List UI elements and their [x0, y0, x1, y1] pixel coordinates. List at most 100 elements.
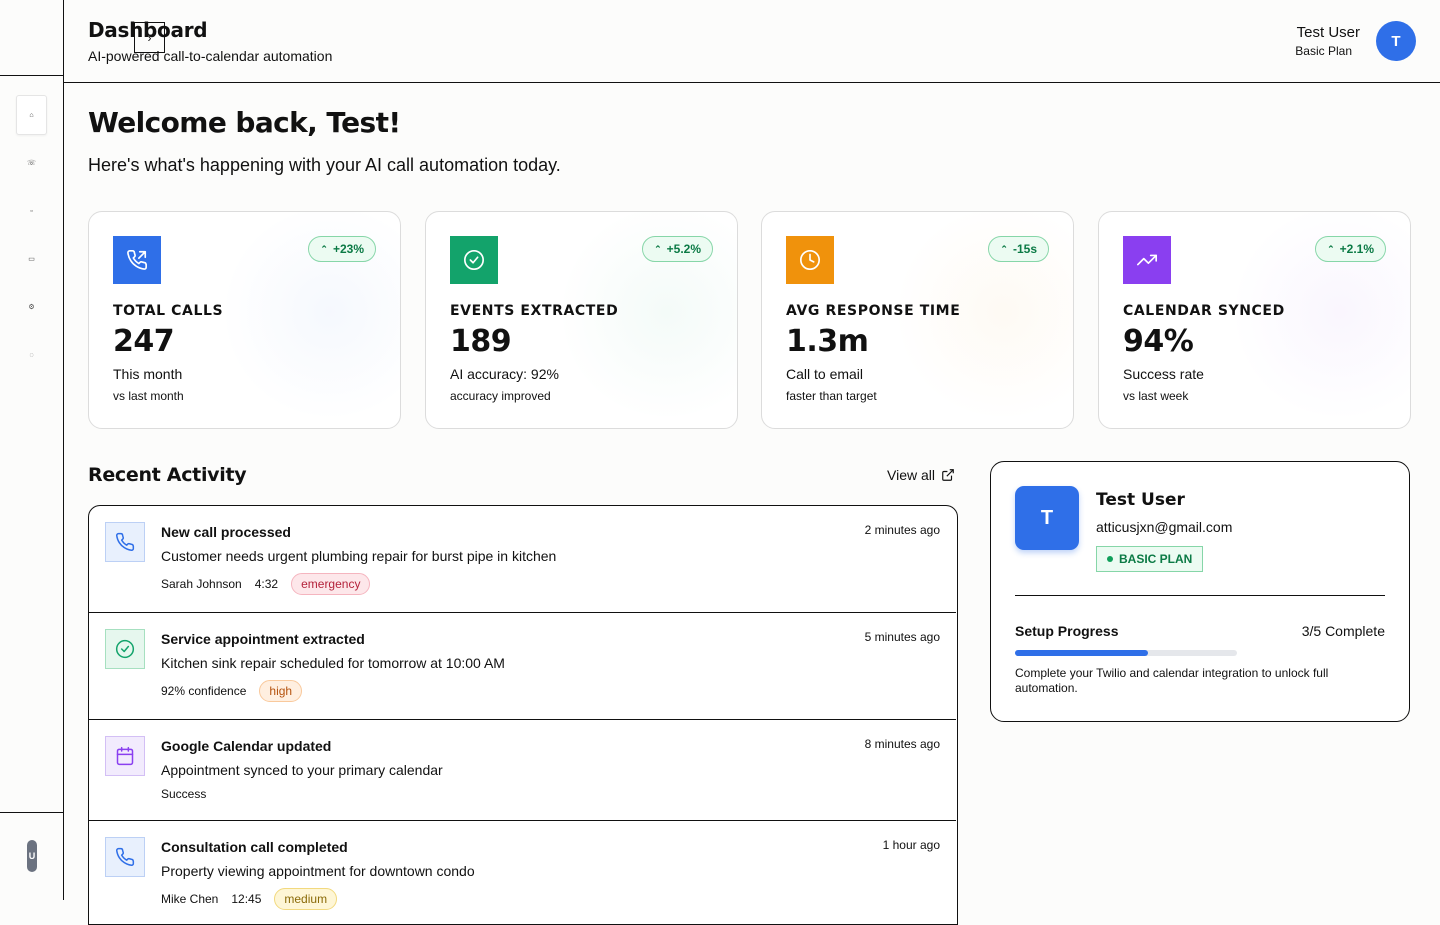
- chevron-up-icon: ⌃: [1327, 243, 1335, 254]
- stat-label: AVG RESPONSE TIME: [786, 303, 961, 319]
- stat-label: EVENTS EXTRACTED: [450, 303, 619, 319]
- sidebar-divider: [0, 75, 63, 76]
- chevron-up-icon: ⌃: [654, 243, 662, 254]
- profile-email: atticusjxn@gmail.com: [1096, 519, 1233, 535]
- stat-description: Call to email: [786, 366, 864, 382]
- stat-change-value: -15s: [1012, 242, 1037, 256]
- stat-value: 1.3m: [786, 324, 869, 359]
- chevron-right-icon: ›: [147, 30, 152, 45]
- stat-change-value: +2.1%: [1339, 242, 1374, 256]
- stat-value: 247: [113, 324, 175, 359]
- activity-meta: 12:45: [231, 892, 262, 906]
- activity-meta-row: Success: [161, 787, 206, 801]
- stat-change-badge: ⌃ +2.1%: [1315, 236, 1386, 262]
- activity-item[interactable]: New call processed 2 minutes ago Customer …: [89, 506, 956, 613]
- sidebar-item-home[interactable]: ⌂: [16, 95, 47, 135]
- phone-icon: [116, 532, 135, 551]
- activity-meta: Success: [161, 787, 207, 801]
- sidebar-divider: [0, 812, 63, 813]
- priority-tag: medium: [274, 888, 338, 910]
- trending-up-icon: [1137, 254, 1157, 266]
- activity-description: Appointment synced to your primary calen…: [161, 762, 443, 778]
- profile-avatar: T: [1015, 486, 1079, 550]
- phone-call-icon: [127, 250, 147, 270]
- activity-list: New call processed 2 minutes ago Customer …: [88, 505, 958, 925]
- welcome-subtitle: Here's what's happening with your AI cal…: [88, 155, 561, 175]
- sidebar-item-settings[interactable]: ⚙: [16, 287, 47, 327]
- activity-description: Customer needs urgent plumbing repair fo…: [161, 548, 557, 564]
- activity-title: New call processed: [161, 524, 291, 540]
- plan-badge: BASIC PLAN: [1096, 546, 1204, 572]
- check-circle-icon: [464, 250, 484, 270]
- activity-description: Property viewing appointment for downtow…: [161, 863, 475, 879]
- activity-time: 2 minutes ago: [864, 523, 940, 537]
- activity-icon-box: [105, 629, 145, 669]
- status-dot-icon: [1107, 556, 1113, 562]
- stat-change-badge: ⌃ +23%: [308, 236, 376, 262]
- setup-progress-label: Setup Progress: [1015, 623, 1119, 639]
- sidebar-user-avatar[interactable]: U: [27, 840, 37, 872]
- stat-description: AI accuracy: 92%: [450, 366, 559, 382]
- stat-icon-box: [450, 236, 498, 284]
- document-icon: ▫: [30, 207, 33, 215]
- activity-meta: Mike Chen: [161, 892, 219, 906]
- view-all-link[interactable]: View all: [887, 467, 955, 483]
- page-subtitle: AI-powered call-to-calendar automation: [88, 48, 333, 64]
- calendar-icon: ▭: [28, 256, 35, 263]
- activity-item[interactable]: Service appointment extracted 5 minutes a…: [89, 613, 956, 720]
- activity-icon-box: [105, 522, 145, 562]
- priority-tag: high: [259, 680, 303, 702]
- setup-progress-count: 3/5 Complete: [1301, 623, 1385, 639]
- stat-change-value: +23%: [332, 242, 364, 256]
- stat-icon-box: [1123, 236, 1171, 284]
- stat-change-value: +5.2%: [666, 242, 701, 256]
- activity-item[interactable]: Google Calendar updated 8 minutes ago Appo…: [89, 720, 956, 821]
- settings-icon: ⚙: [28, 304, 35, 311]
- priority-tag: emergency: [291, 573, 371, 595]
- activity-time: 8 minutes ago: [864, 737, 940, 751]
- activity-meta: Sarah Johnson: [161, 577, 242, 591]
- setup-progress-note: Complete your Twilio and calendar integr…: [1015, 666, 1329, 695]
- sidebar-item-phone[interactable]: ☏: [16, 143, 47, 183]
- activity-title: Service appointment extracted: [161, 631, 365, 647]
- check-circle-icon: [115, 639, 135, 659]
- clock-icon: [800, 250, 820, 270]
- recent-activity-title: Recent Activity: [88, 464, 247, 486]
- stat-label: CALENDAR SYNCED: [1123, 303, 1285, 319]
- activity-meta: 4:32: [254, 577, 279, 591]
- stat-card: ⌃ -15s AVG RESPONSE TIME 1.3m Call to email f…: [761, 211, 1074, 429]
- activity-time: 1 hour ago: [882, 838, 940, 852]
- setup-progress-fill: [1015, 650, 1149, 656]
- activity-description: Kitchen sink repair scheduled for tomorr…: [161, 655, 505, 671]
- stat-description: This month: [113, 366, 183, 382]
- activity-icon-box: [105, 837, 145, 877]
- sidebar-item-document[interactable]: ▫: [16, 191, 47, 231]
- external-link-icon: [942, 469, 954, 481]
- stat-icon-box: [786, 236, 834, 284]
- stat-icon-box: [113, 236, 161, 284]
- phone-icon: ☏: [27, 160, 36, 167]
- sidebar-item-chat[interactable]: ◌: [16, 335, 47, 375]
- chevron-up-icon: ⌃: [1000, 243, 1008, 254]
- activity-meta-row: 92% confidence high: [161, 680, 303, 702]
- header-user-name: Test User: [1296, 24, 1360, 41]
- header-avatar[interactable]: T: [1376, 21, 1416, 61]
- activity-icon-box: [105, 736, 145, 776]
- stat-subtext: vs last week: [1123, 389, 1189, 403]
- stat-change-badge: ⌃ -15s: [988, 236, 1049, 262]
- stat-change-badge: ⌃ +5.2%: [642, 236, 713, 262]
- stat-value: 189: [450, 324, 512, 359]
- phone-icon: [116, 847, 135, 866]
- stat-card: ⌃ +2.1% CALENDAR SYNCED 94% Success rate vs l…: [1098, 211, 1411, 429]
- profile-name: Test User: [1096, 490, 1185, 510]
- stat-card: ⌃ +23% TOTAL CALLS 247 This month vs last mon…: [88, 211, 401, 429]
- sidebar-item-calendar[interactable]: ▭: [16, 239, 47, 279]
- welcome-title: Welcome back, Test!: [88, 106, 401, 139]
- activity-item[interactable]: Consultation call completed 1 hour ago Pro…: [89, 821, 956, 924]
- stat-subtext: vs last month: [113, 389, 184, 403]
- stat-subtext: accuracy improved: [450, 389, 551, 403]
- sidebar-toggle-button[interactable]: ›: [134, 22, 165, 53]
- profile-card: T Test User atticusjxn@gmail.com BASIC P…: [990, 461, 1410, 722]
- chevron-up-icon: ⌃: [320, 243, 328, 254]
- setup-progress-bar: [1015, 650, 1237, 656]
